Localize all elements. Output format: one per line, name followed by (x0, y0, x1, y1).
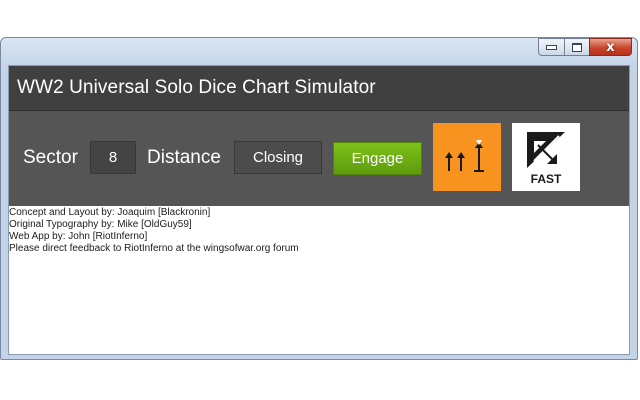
speed-card-label: FAST (531, 172, 562, 186)
app-title: WW2 Universal Solo Dice Chart Simulator (17, 77, 376, 98)
maximize-button[interactable] (564, 38, 589, 56)
maximize-icon (572, 42, 582, 52)
close-icon: x (606, 39, 615, 55)
distance-label: Distance (147, 147, 221, 168)
distance-select[interactable]: Closing (234, 141, 322, 174)
speed-card[interactable]: FAST (512, 123, 580, 191)
app-window: x WW2 Universal Solo Dice Chart Simulato… (0, 37, 638, 360)
minimize-icon (546, 44, 557, 50)
app-content: WW2 Universal Solo Dice Chart Simulator … (8, 65, 630, 355)
window-controls: x (538, 38, 632, 56)
credit-line: Please direct feedback to RiotInferno at… (9, 243, 299, 254)
credit-line: Concept and Layout by: Joaquim [Blackron… (9, 207, 211, 218)
sector-label: Sector (23, 147, 78, 168)
credit-line: Web App by: John [RiotInferno] (9, 231, 148, 242)
fast-speed-icon: FAST (527, 132, 565, 186)
sector-input[interactable]: 8 (90, 141, 136, 174)
engage-button[interactable]: Engage (333, 142, 422, 175)
app-header: WW2 Universal Solo Dice Chart Simulator (9, 66, 629, 111)
credits: Concept and Layout by: Joaquim [Blackron… (9, 206, 629, 255)
controls-toolbar: Sector 8 Distance Closing Engage FAST (9, 111, 629, 206)
maneuver-card[interactable] (433, 123, 501, 191)
maneuver-arrows-icon (445, 140, 484, 172)
window-titlebar[interactable]: x (1, 38, 637, 64)
close-button[interactable]: x (589, 38, 632, 56)
minimize-button[interactable] (538, 38, 564, 56)
credit-line: Original Typography by: Mike [OldGuy59] (9, 219, 192, 230)
